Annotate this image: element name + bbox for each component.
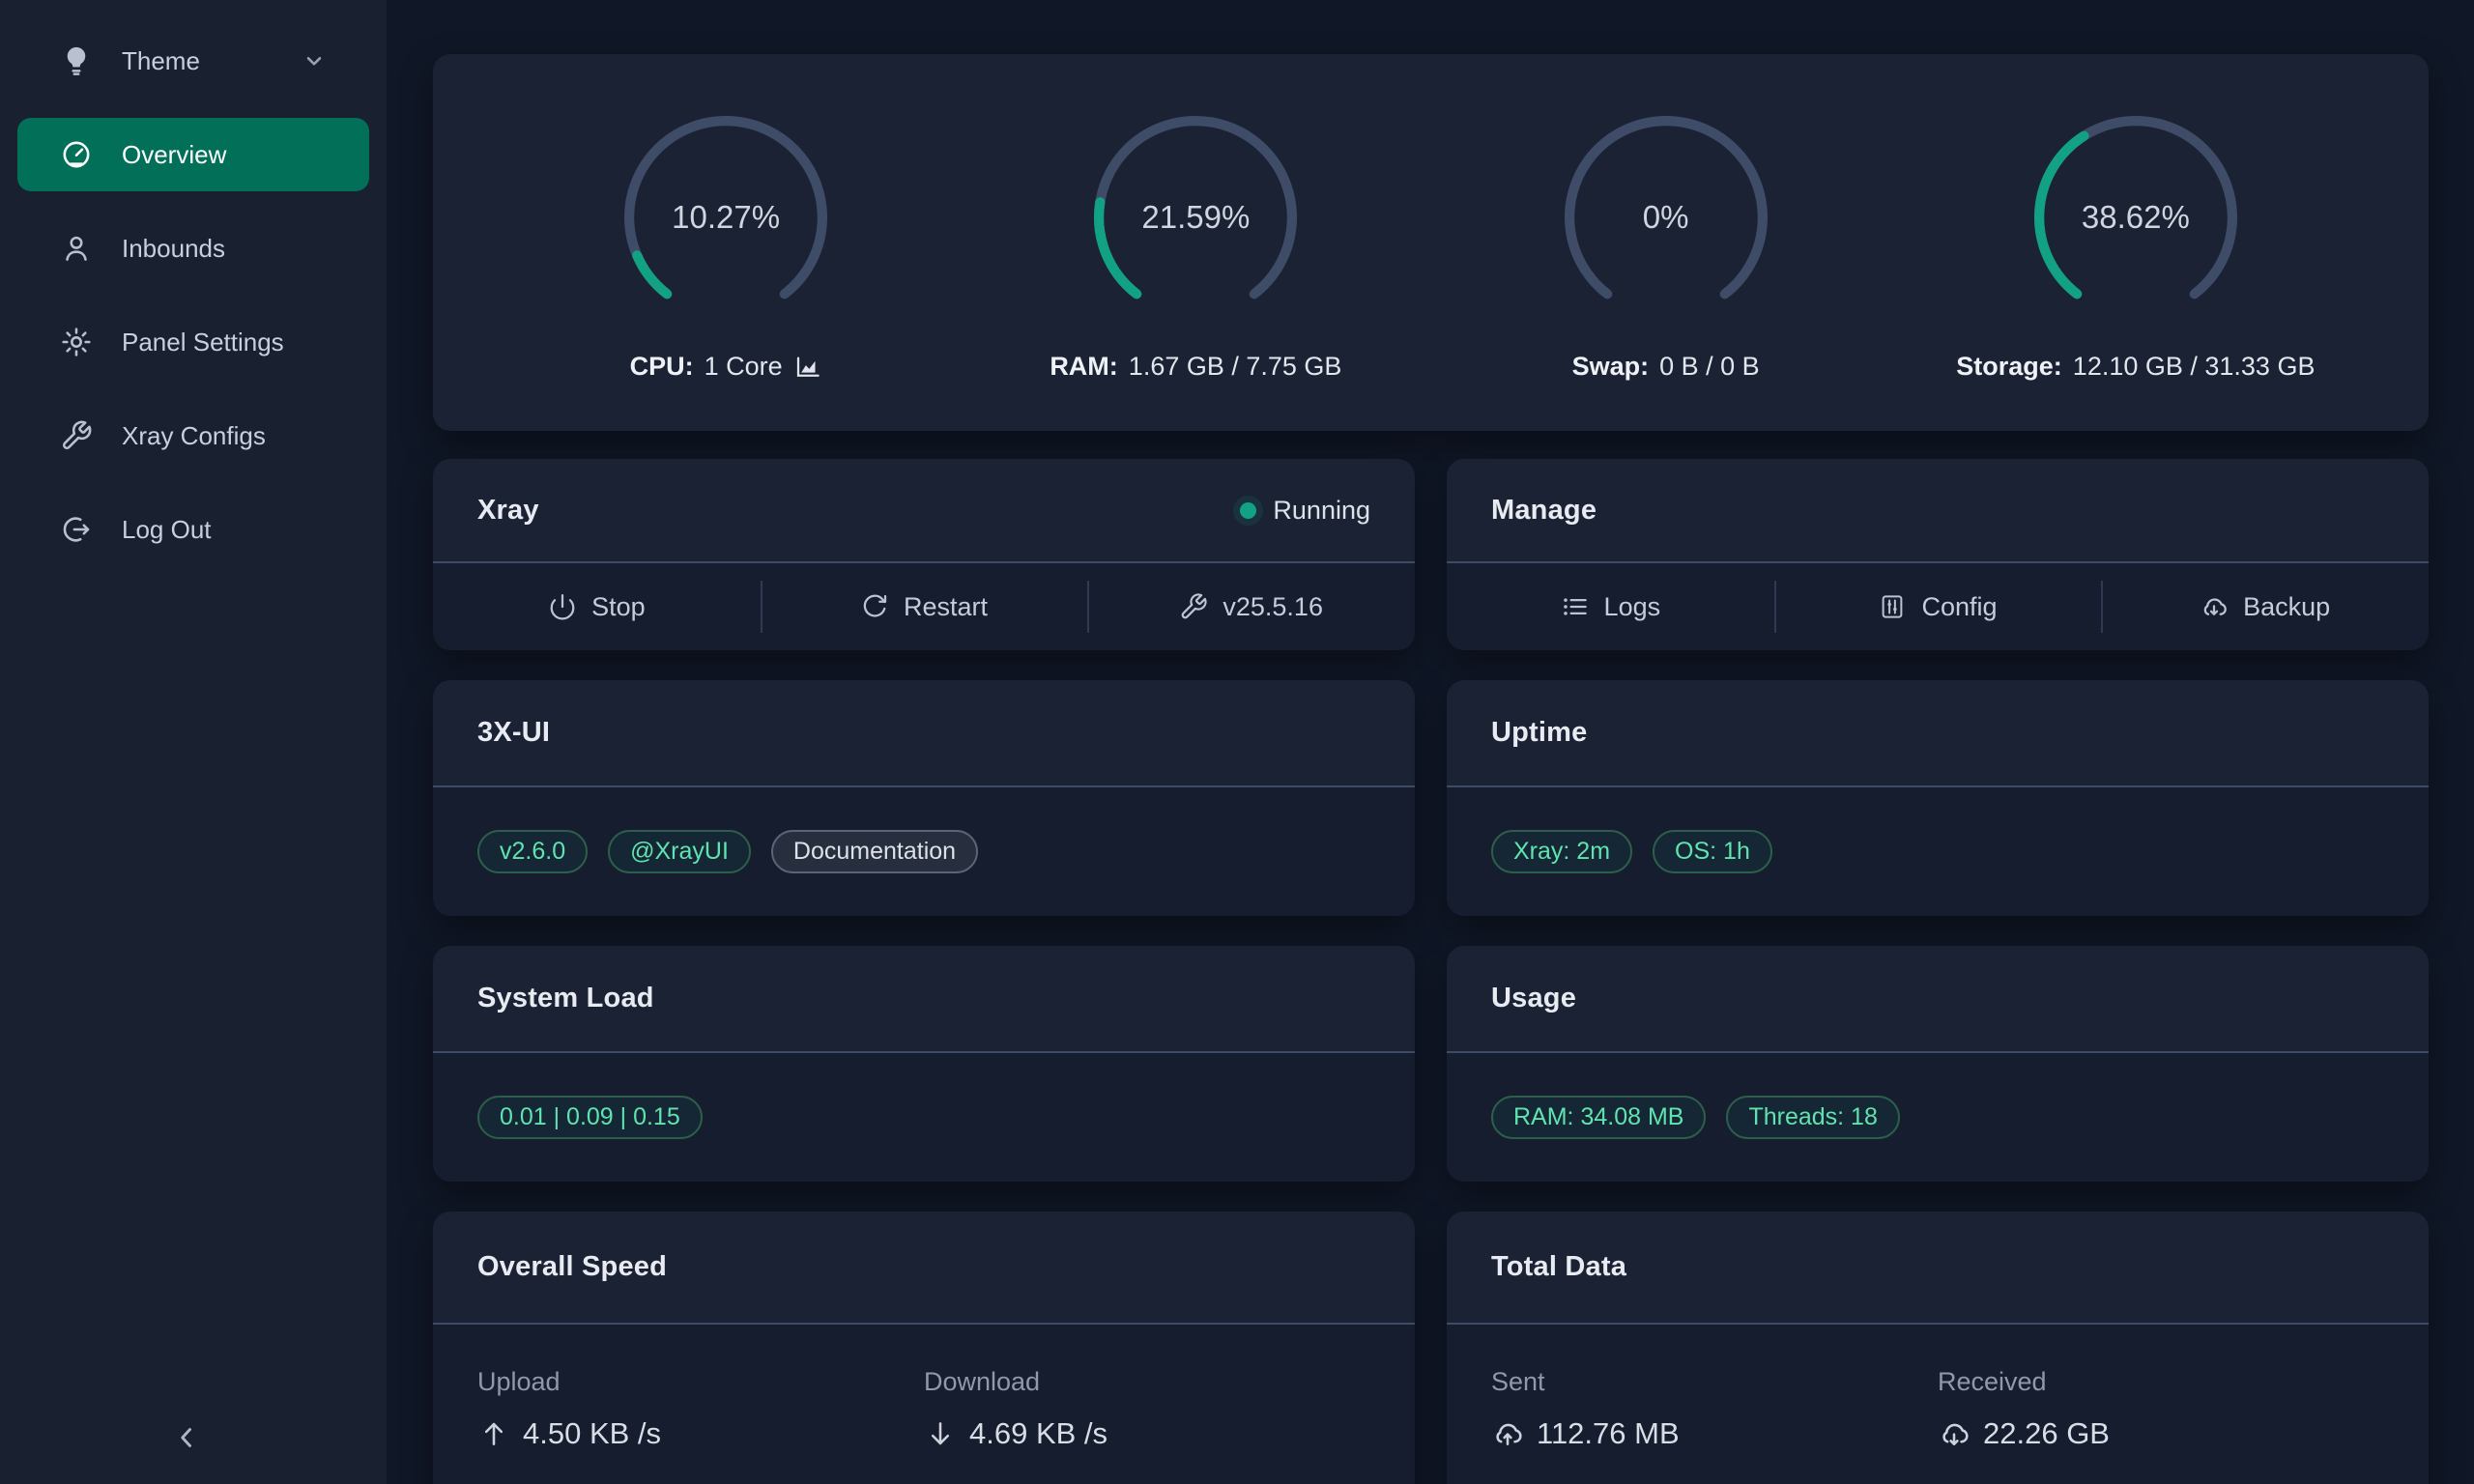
cpu-chart-icon[interactable] <box>793 353 822 382</box>
swap-gauge: 0% Swap:0 B / 0 B <box>1431 110 1901 431</box>
overall-speed-card: Overall Speed Upload 4.50 KB /s Download <box>433 1212 1415 1484</box>
status-label: Running <box>1273 496 1370 526</box>
cloud-download-icon <box>2200 592 2229 621</box>
user-icon <box>60 232 93 265</box>
xray-card: Xray Running Stop Restart <box>433 459 1415 650</box>
sidebar-item-inbounds[interactable]: Inbounds <box>17 212 369 285</box>
sidebar-item-theme[interactable]: Theme <box>17 24 369 98</box>
cpu-gauge: 10.27% CPU:1 Core <box>491 110 961 431</box>
swap-label: Swap:0 B / 0 B <box>1572 352 1760 382</box>
xray-status: Running <box>1240 496 1370 526</box>
version-tag[interactable]: v2.6.0 <box>477 830 588 873</box>
overall-speed-card-title: Overall Speed <box>477 1251 667 1283</box>
ram-usage-tag: RAM: 34.08 MB <box>1491 1096 1706 1139</box>
cpu-label: CPU:1 Core <box>630 352 822 382</box>
upload-metric: Upload 4.50 KB /s <box>477 1367 924 1451</box>
sidebar: Theme Overview Inbounds Panel Settings <box>0 0 387 1484</box>
sidebar-item-label: Inbounds <box>122 234 225 264</box>
xui-card-title: 3X-UI <box>477 717 550 749</box>
main-content: 10.27% CPU:1 Core 21.59% RAM:1.67 GB / 7… <box>387 0 2474 1484</box>
wrench-icon <box>60 419 93 452</box>
xray-uptime-tag: Xray: 2m <box>1491 830 1632 873</box>
system-gauges-card: 10.27% CPU:1 Core 21.59% RAM:1.67 GB / 7… <box>433 54 2429 431</box>
manage-card: Manage Logs Config <box>1447 459 2429 650</box>
usage-card-title: Usage <box>1491 983 1576 1014</box>
storage-percent: 38.62% <box>2028 110 2243 325</box>
sent-metric: Sent 112.76 MB <box>1491 1367 1938 1451</box>
arrow-up-icon <box>477 1417 510 1450</box>
sidebar-item-label: Xray Configs <box>122 421 266 451</box>
ram-gauge: 21.59% RAM:1.67 GB / 7.75 GB <box>961 110 1430 431</box>
os-uptime-tag: OS: 1h <box>1653 830 1772 873</box>
load-average-tag: 0.01 | 0.09 | 0.15 <box>477 1096 703 1139</box>
storage-gauge: 38.62% Storage:12.10 GB / 31.33 GB <box>1901 110 2371 431</box>
sidebar-item-xray-configs[interactable]: Xray Configs <box>17 399 369 472</box>
xui-card: 3X-UI v2.6.0 @XrayUI Documentation <box>433 680 1415 916</box>
xray-stop-button[interactable]: Stop <box>433 563 761 650</box>
telegram-tag[interactable]: @XrayUI <box>608 830 751 873</box>
sidebar-item-overview[interactable]: Overview <box>17 118 369 191</box>
xray-version-button[interactable]: v25.5.16 <box>1087 563 1415 650</box>
sidebar-item-label: Log Out <box>122 515 212 545</box>
download-metric: Download 4.69 KB /s <box>924 1367 1370 1451</box>
xray-restart-button[interactable]: Restart <box>761 563 1088 650</box>
list-icon <box>1561 592 1590 621</box>
system-load-card-title: System Load <box>477 983 654 1014</box>
sidebar-item-label: Overview <box>122 140 226 170</box>
swap-percent: 0% <box>1559 110 1773 325</box>
total-data-card-title: Total Data <box>1491 1251 1626 1283</box>
threads-tag: Threads: 18 <box>1726 1096 1899 1139</box>
status-dot <box>1240 502 1256 519</box>
sidebar-item-log-out[interactable]: Log Out <box>17 493 369 566</box>
cloud-download-icon <box>1938 1417 1971 1450</box>
storage-label: Storage:12.10 GB / 31.33 GB <box>1956 352 2315 382</box>
uptime-card-title: Uptime <box>1491 717 1588 749</box>
xray-card-title: Xray <box>477 495 539 527</box>
gear-icon <box>60 326 93 358</box>
documentation-tag[interactable]: Documentation <box>771 830 978 873</box>
chevron-down-icon <box>302 48 327 73</box>
power-icon <box>548 592 577 621</box>
total-data-card: Total Data Sent 112.76 MB Received <box>1447 1212 2429 1484</box>
ram-label: RAM:1.67 GB / 7.75 GB <box>1050 352 1341 382</box>
usage-card: Usage RAM: 34.08 MB Threads: 18 <box>1447 946 2429 1182</box>
sidebar-item-label: Theme <box>122 46 200 76</box>
sidebar-item-panel-settings[interactable]: Panel Settings <box>17 305 369 379</box>
backup-button[interactable]: Backup <box>2101 563 2429 650</box>
sidebar-collapse-button[interactable] <box>170 1414 216 1461</box>
sliders-icon <box>1878 592 1907 621</box>
system-load-card: System Load 0.01 | 0.09 | 0.15 <box>433 946 1415 1182</box>
received-metric: Received 22.26 GB <box>1938 1367 2384 1451</box>
cloud-upload-icon <box>1491 1417 1524 1450</box>
uptime-card: Uptime Xray: 2m OS: 1h <box>1447 680 2429 916</box>
sidebar-nav: Theme Overview Inbounds Panel Settings <box>0 0 387 566</box>
arrow-down-icon <box>924 1417 957 1450</box>
logout-icon <box>60 513 93 546</box>
sidebar-item-label: Panel Settings <box>122 328 284 357</box>
logs-button[interactable]: Logs <box>1447 563 1774 650</box>
ram-percent: 21.59% <box>1088 110 1303 325</box>
config-button[interactable]: Config <box>1774 563 2102 650</box>
dashboard-icon <box>60 138 93 171</box>
cpu-percent: 10.27% <box>618 110 833 325</box>
bulb-icon <box>60 44 93 77</box>
chevron-left-icon <box>170 1421 216 1454</box>
wrench-icon <box>1179 592 1208 621</box>
manage-card-title: Manage <box>1491 495 1597 527</box>
restart-icon <box>860 592 889 621</box>
